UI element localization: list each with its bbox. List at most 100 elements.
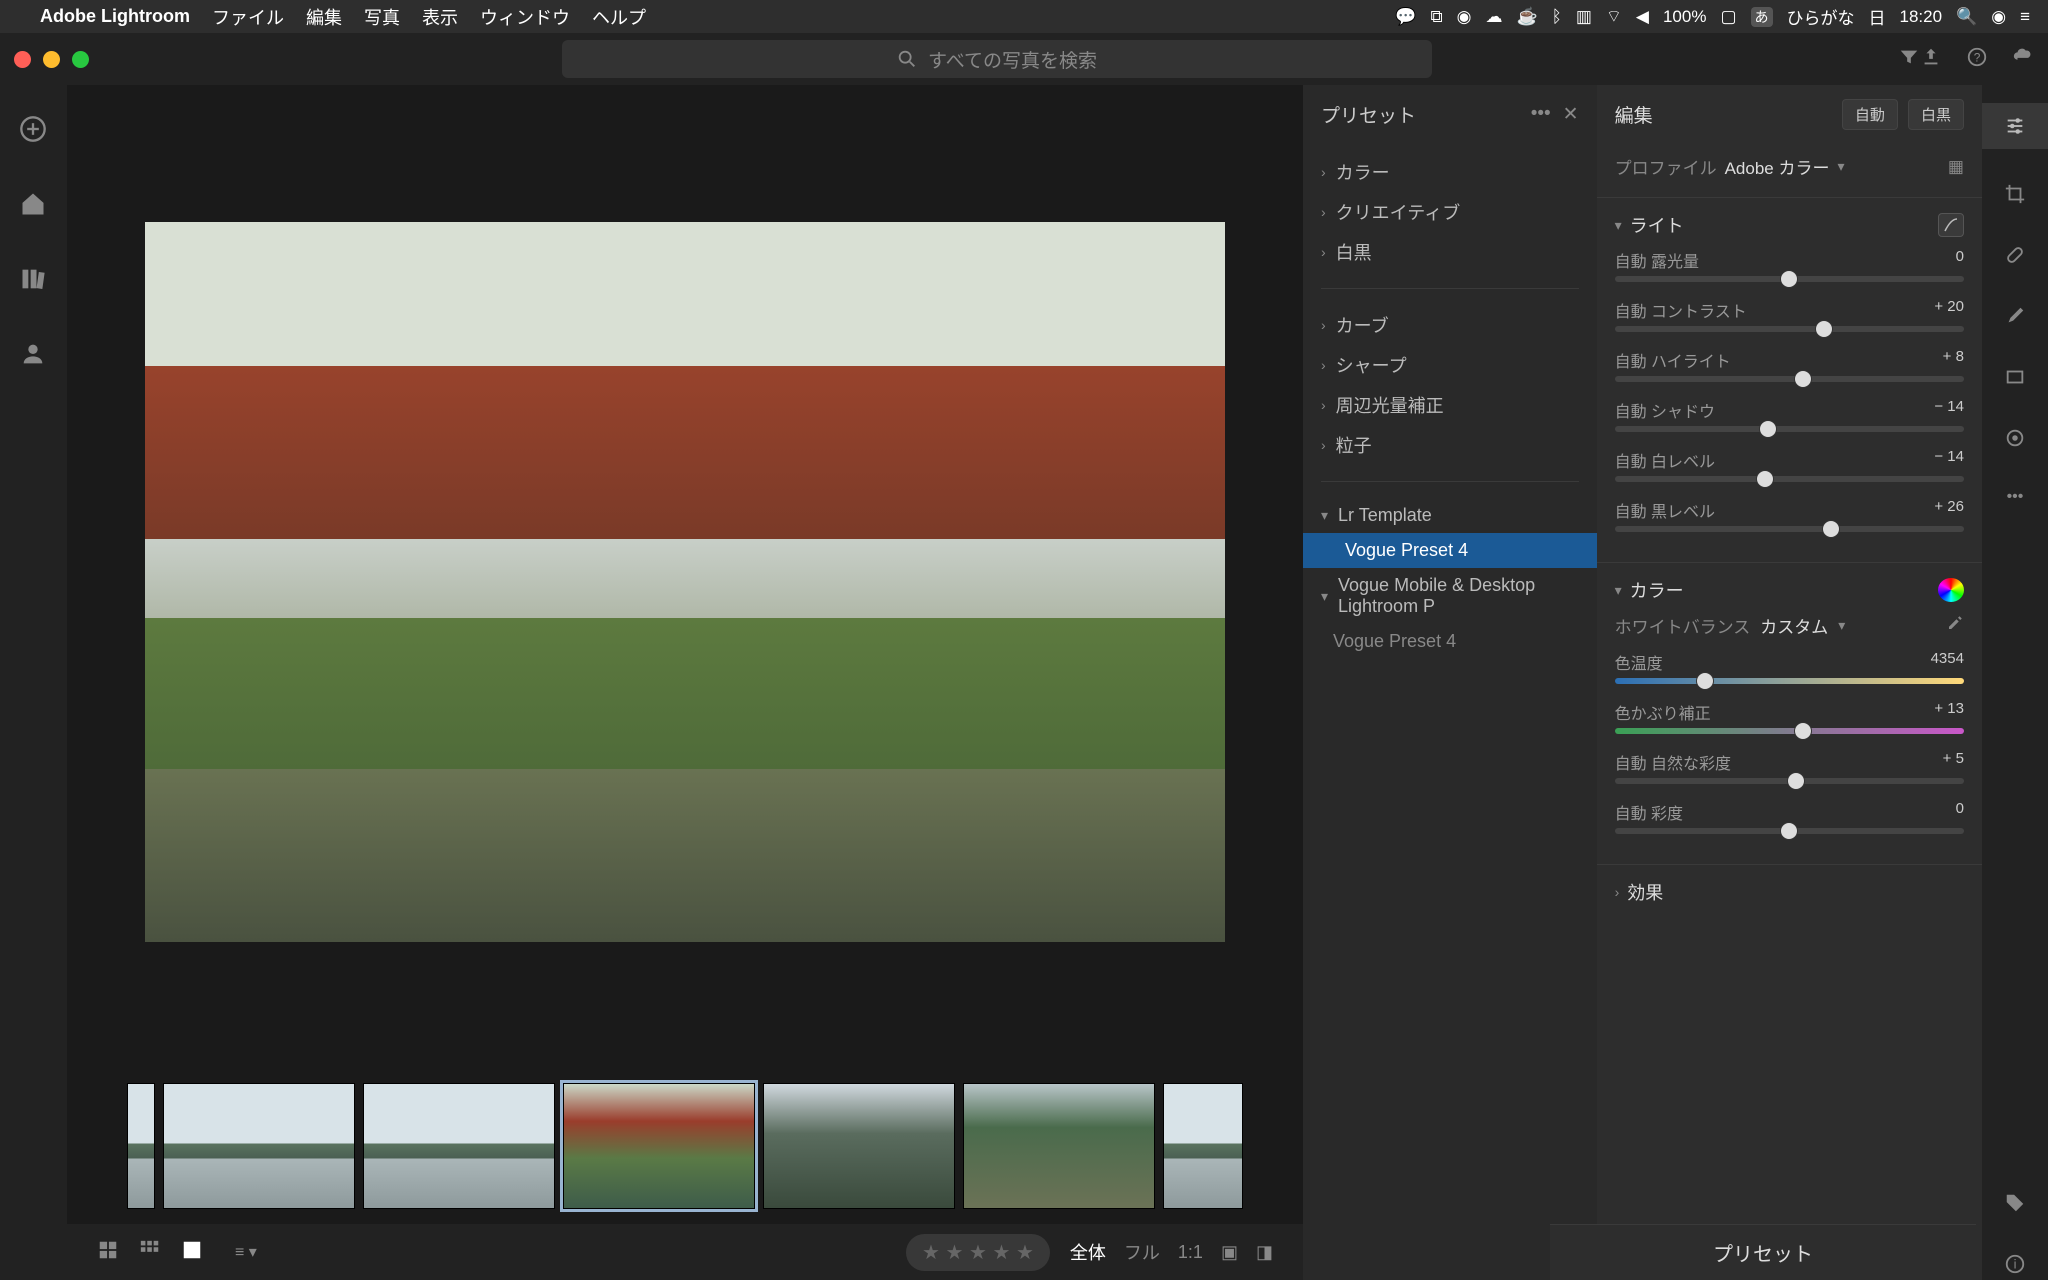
- crop-tool-button[interactable]: [2004, 183, 2026, 210]
- presets-close-button[interactable]: ✕: [1563, 103, 1579, 126]
- slider-色温度[interactable]: 色温度4354: [1615, 650, 1964, 684]
- preset-group[interactable]: ›粒子: [1303, 425, 1597, 465]
- spotlight-icon[interactable]: 🔍: [1956, 7, 1977, 27]
- menu-window[interactable]: ウィンドウ: [480, 4, 570, 30]
- menu-view[interactable]: 表示: [422, 4, 458, 30]
- eyedropper-button[interactable]: [1946, 614, 1964, 637]
- cc-icon[interactable]: ◉: [1457, 7, 1472, 27]
- thumbnail[interactable]: [763, 1083, 955, 1209]
- battery-icon[interactable]: ▥: [1576, 7, 1592, 27]
- preset-item-selected[interactable]: Vogue Preset 4: [1303, 533, 1597, 568]
- thumbnail-selected[interactable]: [563, 1083, 755, 1209]
- preset-group[interactable]: ›カーブ: [1303, 305, 1597, 345]
- share-button[interactable]: [1920, 46, 1942, 73]
- library-button[interactable]: [19, 265, 47, 298]
- slider-自動 彩度[interactable]: 自動 彩度0: [1615, 800, 1964, 834]
- thumbnail[interactable]: [963, 1083, 1155, 1209]
- menu-icon[interactable]: ≡: [2020, 7, 2030, 27]
- slider-自動 コントラスト[interactable]: 自動 コントラスト+ 20: [1615, 298, 1964, 332]
- zoom-1to1[interactable]: 1:1: [1178, 1242, 1203, 1263]
- section-effects[interactable]: › 効果: [1597, 864, 1982, 929]
- slider-knob[interactable]: [1815, 320, 1833, 338]
- siri-icon[interactable]: ◉: [1991, 7, 2006, 27]
- slider-knob[interactable]: [1696, 672, 1714, 690]
- healing-tool-button[interactable]: [2004, 244, 2026, 271]
- volume-icon[interactable]: ◀︎: [1636, 7, 1649, 27]
- dropbox-icon[interactable]: ⧉: [1430, 7, 1442, 27]
- menu-help[interactable]: ヘルプ: [592, 4, 646, 30]
- grid-view-button[interactable]: [97, 1239, 119, 1266]
- slider-自動 黒レベル[interactable]: 自動 黒レベル+ 26: [1615, 498, 1964, 532]
- fullscreen-window-button[interactable]: [72, 51, 89, 68]
- menu-photo[interactable]: 写真: [364, 4, 400, 30]
- close-window-button[interactable]: [14, 51, 31, 68]
- profile-value[interactable]: Adobe カラー: [1725, 154, 1830, 179]
- slider-色かぶり補正[interactable]: 色かぶり補正+ 13: [1615, 700, 1964, 734]
- preset-group[interactable]: ›白黒: [1303, 232, 1597, 272]
- color-mixer-button[interactable]: [1938, 578, 1964, 602]
- slider-knob[interactable]: [1822, 520, 1840, 538]
- linear-gradient-button[interactable]: [2004, 366, 2026, 393]
- line-icon[interactable]: 💬: [1395, 7, 1416, 27]
- preset-group[interactable]: ›周辺光量補正: [1303, 385, 1597, 425]
- zoom-fit[interactable]: 全体: [1070, 1239, 1106, 1265]
- tag-button[interactable]: [2004, 1192, 2026, 1219]
- slider-knob[interactable]: [1794, 370, 1812, 388]
- ime-badge[interactable]: あ: [1751, 7, 1773, 27]
- preset-group-lr-template[interactable]: ▾Lr Template: [1303, 498, 1597, 533]
- slider-knob[interactable]: [1794, 722, 1812, 740]
- preset-group[interactable]: ›クリエイティブ: [1303, 192, 1597, 232]
- slider-自動 白レベル[interactable]: 自動 白レベル− 14: [1615, 448, 1964, 482]
- preset-group[interactable]: ›シャープ: [1303, 345, 1597, 385]
- chevron-down-icon[interactable]: ▾: [1837, 158, 1844, 175]
- slider-自動 シャドウ[interactable]: 自動 シャドウ− 14: [1615, 398, 1964, 432]
- grid-small-button[interactable]: [139, 1239, 161, 1266]
- edit-tool-button[interactable]: [1982, 103, 2048, 149]
- slider-knob[interactable]: [1759, 420, 1777, 438]
- wifi-icon[interactable]: ⌔: [1606, 6, 1622, 27]
- preset-group-vogue-mobile[interactable]: ▾Vogue Mobile & Desktop Lightroom P: [1303, 568, 1597, 624]
- bluetooth-icon[interactable]: ᛒ: [1552, 7, 1562, 27]
- home-button[interactable]: [19, 190, 47, 223]
- profile-browse-button[interactable]: ▦: [1948, 157, 1964, 177]
- add-photos-button[interactable]: [19, 115, 47, 148]
- photo-viewport[interactable]: [67, 85, 1303, 1079]
- chevron-down-icon[interactable]: ▾: [1615, 217, 1622, 234]
- java-icon[interactable]: ☕: [1516, 7, 1537, 27]
- slider-knob[interactable]: [1756, 470, 1774, 488]
- slider-knob[interactable]: [1787, 772, 1805, 790]
- zoom-fill[interactable]: フル: [1124, 1239, 1160, 1265]
- slider-自動 ハイライト[interactable]: 自動 ハイライト+ 8: [1615, 348, 1964, 382]
- minimize-window-button[interactable]: [43, 51, 60, 68]
- bw-button[interactable]: 白黒: [1908, 99, 1964, 130]
- compare-button[interactable]: ◨: [1256, 1242, 1273, 1263]
- chevron-down-icon[interactable]: ▾: [1838, 617, 1845, 634]
- people-button[interactable]: [19, 340, 47, 373]
- clock[interactable]: 18:20: [1900, 7, 1943, 27]
- wb-value[interactable]: カスタム: [1760, 613, 1828, 638]
- brush-tool-button[interactable]: [2004, 305, 2026, 332]
- presets-menu-button[interactable]: •••: [1531, 103, 1551, 126]
- filter-button[interactable]: [1898, 46, 1920, 73]
- cloud-icon[interactable]: ☁︎: [1485, 7, 1502, 27]
- info-button[interactable]: i: [2004, 1253, 2026, 1280]
- sort-button[interactable]: ≡ ▾: [235, 1242, 257, 1262]
- cloud-sync-button[interactable]: [2012, 46, 2034, 73]
- slider-自動 露光量[interactable]: 自動 露光量0: [1615, 248, 1964, 282]
- filmstrip[interactable]: [67, 1079, 1303, 1224]
- chevron-down-icon[interactable]: ▾: [1615, 582, 1622, 599]
- auto-button[interactable]: 自動: [1842, 99, 1898, 130]
- slider-knob[interactable]: [1780, 270, 1798, 288]
- thumbnail[interactable]: [127, 1083, 155, 1209]
- app-name[interactable]: Adobe Lightroom: [40, 6, 190, 27]
- tone-curve-button[interactable]: [1938, 213, 1964, 237]
- radial-gradient-button[interactable]: [2004, 427, 2026, 454]
- search-input[interactable]: すべての写真を検索: [562, 40, 1432, 78]
- slider-自動 自然な彩度[interactable]: 自動 自然な彩度+ 5: [1615, 750, 1964, 784]
- thumbnail[interactable]: [163, 1083, 355, 1209]
- before-after-button[interactable]: ▣: [1221, 1242, 1238, 1263]
- thumbnail[interactable]: [363, 1083, 555, 1209]
- thumbnail[interactable]: [1163, 1083, 1243, 1209]
- presets-footer-button[interactable]: プリセット: [1550, 1224, 1976, 1280]
- preset-group[interactable]: ›カラー: [1303, 152, 1597, 192]
